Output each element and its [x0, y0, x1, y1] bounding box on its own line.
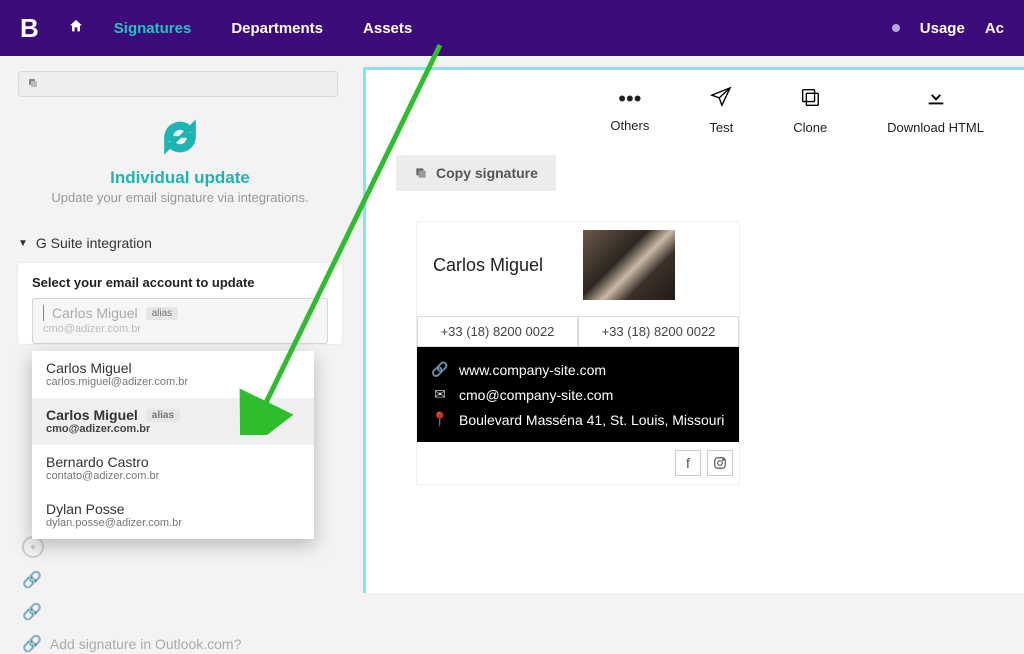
outlook-hint-row[interactable]: 🔗 Add signature in Outlook.com?: [18, 634, 342, 654]
signature-phone-2: +33 (18) 8200 0022: [578, 316, 739, 347]
integration-row[interactable]: 🔗: [18, 570, 342, 590]
location-icon: 📍: [431, 411, 449, 428]
globe-icon: 🔗: [431, 361, 449, 378]
filter-icon: [27, 77, 39, 92]
signature-address: Boulevard Masséna 41, St. Louis, Missour…: [459, 412, 724, 428]
paper-plane-icon: [710, 86, 732, 114]
integration-icon: ✦: [22, 536, 44, 558]
nav-signatures[interactable]: Signatures: [114, 20, 192, 37]
mail-icon: ✉: [431, 386, 449, 403]
nav-account[interactable]: Ac: [985, 20, 1004, 37]
outlook-hint: Add signature in Outlook.com?: [50, 636, 241, 652]
top-nav: B Signatures Departments Assets Usage Ac: [0, 0, 1024, 56]
gsuite-integration-toggle[interactable]: ▼ G Suite integration: [18, 235, 342, 251]
left-panel: Individual update Update your email sign…: [0, 56, 360, 593]
nav-usage[interactable]: Usage: [920, 20, 965, 37]
home-icon[interactable]: [68, 18, 84, 39]
download-html-button[interactable]: Download HTML: [887, 86, 984, 135]
account-option[interactable]: Dylan Posse dylan.posse@adizer.com.br: [32, 492, 314, 539]
others-button[interactable]: ••• Others: [610, 86, 649, 135]
instagram-icon[interactable]: [707, 450, 733, 476]
account-dropdown: Carlos Miguel carlos.miguel@adizer.com.b…: [32, 351, 314, 539]
account-select-card: Select your email account to update Carl…: [18, 263, 342, 344]
dots-icon: •••: [618, 86, 641, 112]
account-select-input[interactable]: Carlos Miguel alias cmo@adizer.com.br: [32, 298, 328, 344]
nav-assets[interactable]: Assets: [363, 20, 412, 37]
link-icon: 🔗: [22, 570, 42, 590]
individual-update-title: Individual update: [18, 168, 342, 188]
alias-badge: alias: [146, 307, 179, 320]
main-panel: ••• Others Test Clone Download HTML Copy…: [363, 67, 1024, 593]
status-dot: [892, 24, 900, 32]
nav-departments[interactable]: Departments: [231, 20, 323, 37]
clone-button[interactable]: Clone: [793, 86, 827, 135]
refresh-icon: [160, 117, 200, 166]
integration-row[interactable]: 🔗: [18, 602, 342, 622]
download-icon: [925, 86, 947, 114]
clone-icon: [799, 86, 821, 114]
facebook-icon[interactable]: f: [675, 450, 701, 476]
copy-signature-button[interactable]: Copy signature: [396, 155, 556, 191]
signature-phone-1: +33 (18) 8200 0022: [417, 316, 578, 347]
account-option[interactable]: Carlos Miguel alias cmo@adizer.com.br: [32, 398, 314, 445]
alias-badge: alias: [146, 409, 180, 422]
link-icon: 🔗: [22, 602, 42, 622]
logo: B: [20, 13, 38, 44]
account-option[interactable]: Bernardo Castro contato@adizer.com.br: [32, 445, 314, 492]
filter-input[interactable]: [18, 71, 338, 97]
signature-email: cmo@company-site.com: [459, 387, 613, 403]
selected-name: Carlos Miguel: [52, 305, 138, 321]
select-account-label: Select your email account to update: [32, 275, 328, 290]
selected-email: cmo@adizer.com.br: [43, 323, 317, 335]
caret-down-icon: ▼: [18, 238, 28, 249]
individual-update-subtitle: Update your email signature via integrat…: [18, 190, 342, 205]
signature-photo: [583, 230, 675, 300]
signature-preview: Carlos Miguel +33 (18) 8200 0022 +33 (18…: [416, 221, 740, 485]
signature-website: www.company-site.com: [459, 362, 606, 378]
link-icon: 🔗: [22, 634, 42, 654]
signature-toolbar: ••• Others Test Clone Download HTML: [396, 86, 994, 135]
gsuite-label: G Suite integration: [36, 235, 152, 251]
account-option[interactable]: Carlos Miguel carlos.miguel@adizer.com.b…: [32, 351, 314, 398]
integration-row[interactable]: ✦: [18, 536, 342, 558]
signature-name: Carlos Miguel: [433, 255, 543, 276]
test-button[interactable]: Test: [709, 86, 733, 135]
